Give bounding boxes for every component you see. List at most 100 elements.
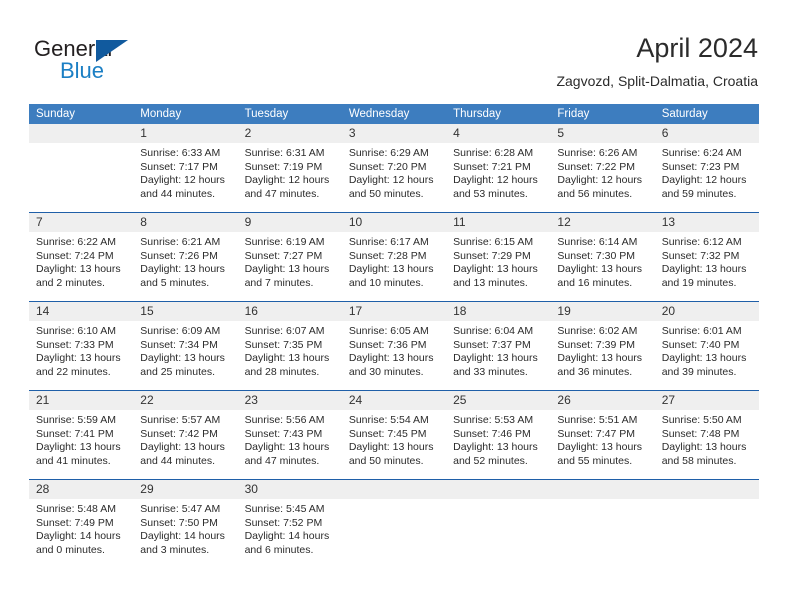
day-detail-line: Sunset: 7:49 PM <box>36 516 114 529</box>
date-number-strip: 28 29 30 <box>29 480 759 499</box>
day-number[interactable]: 16 <box>238 302 342 321</box>
day-number[interactable]: 26 <box>550 391 654 410</box>
day-number[interactable]: 12 <box>550 213 654 232</box>
day-cell[interactable]: Sunrise: 6:12 AM Sunset: 7:32 PM Daylight:… <box>655 232 759 301</box>
day-number[interactable]: 4 <box>446 124 550 143</box>
day-detail-line: Sunset: 7:23 PM <box>661 160 740 173</box>
day-detail-line: and 41 minutes. <box>36 454 111 467</box>
day-cell[interactable]: Sunrise: 6:01 AM Sunset: 7:40 PM Daylight:… <box>655 321 759 390</box>
day-number[interactable]: 19 <box>550 302 654 321</box>
page-title: April 2024 <box>636 33 758 63</box>
calendar-week-row: 1 2 3 4 5 6 Sunrise: 6:33 AM Sunset: 7:17 PM Day… <box>29 124 759 212</box>
day-detail-line: Daylight: 12 hours <box>244 174 330 187</box>
calendar-week-row: 28 29 30 Sunrise: 5:48 AM Sunset: 7:49 PM Day… <box>29 479 759 568</box>
day-number[interactable]: 11 <box>446 213 550 232</box>
day-number-empty <box>342 480 446 499</box>
day-number[interactable]: 6 <box>655 124 759 143</box>
day-cell[interactable]: Sunrise: 5:45 AM Sunset: 7:52 PM Daylight:… <box>238 499 342 568</box>
weekday-header-monday: Monday <box>140 108 182 120</box>
day-number[interactable]: 24 <box>342 391 446 410</box>
day-detail-line: Sunrise: 5:53 AM <box>453 414 534 426</box>
day-cell[interactable]: Sunrise: 5:57 AM Sunset: 7:42 PM Daylight:… <box>133 410 237 479</box>
day-cell[interactable]: Sunrise: 5:48 AM Sunset: 7:49 PM Daylight:… <box>29 499 133 568</box>
day-detail-line: and 5 minutes. <box>140 276 210 289</box>
day-cell[interactable]: Sunrise: 6:21 AM Sunset: 7:26 PM Daylight:… <box>133 232 237 301</box>
day-number[interactable]: 18 <box>446 302 550 321</box>
day-cell[interactable]: Sunrise: 6:31 AM Sunset: 7:19 PM Daylight:… <box>238 143 342 212</box>
day-number[interactable]: 15 <box>133 302 237 321</box>
calendar-page: General Blue April 2024 Zagvozd, Split-D… <box>0 0 792 612</box>
day-detail-line: and 10 minutes. <box>348 276 424 289</box>
day-content-strip: Sunrise: 6:33 AM Sunset: 7:17 PM Daylight:… <box>29 143 759 212</box>
day-detail-line: and 56 minutes. <box>557 187 633 200</box>
day-number[interactable]: 29 <box>133 480 237 499</box>
day-number[interactable]: 21 <box>29 391 133 410</box>
day-detail-line: and 19 minutes. <box>661 276 737 289</box>
day-detail-line: Sunset: 7:29 PM <box>453 249 531 262</box>
day-number[interactable]: 14 <box>29 302 133 321</box>
day-number[interactable]: 25 <box>446 391 550 410</box>
day-number[interactable]: 7 <box>29 213 133 232</box>
day-detail-line: Daylight: 13 hours <box>348 441 434 454</box>
day-cell[interactable]: Sunrise: 6:14 AM Sunset: 7:30 PM Daylight:… <box>550 232 654 301</box>
day-cell[interactable]: Sunrise: 6:28 AM Sunset: 7:21 PM Daylight:… <box>446 143 550 212</box>
day-cell[interactable]: Sunrise: 5:47 AM Sunset: 7:50 PM Daylight:… <box>133 499 237 568</box>
day-cell[interactable]: Sunrise: 6:29 AM Sunset: 7:20 PM Daylight:… <box>342 143 446 212</box>
day-number[interactable]: 2 <box>238 124 342 143</box>
day-number[interactable]: 28 <box>29 480 133 499</box>
day-number[interactable]: 8 <box>133 213 237 232</box>
day-detail-line: Sunrise: 6:21 AM <box>140 236 221 248</box>
day-number[interactable]: 13 <box>655 213 759 232</box>
day-cell[interactable]: Sunrise: 6:10 AM Sunset: 7:33 PM Daylight:… <box>29 321 133 390</box>
day-detail-line: Daylight: 14 hours <box>244 530 330 543</box>
day-cell[interactable]: Sunrise: 5:53 AM Sunset: 7:46 PM Daylight:… <box>446 410 550 479</box>
day-detail-line: Daylight: 13 hours <box>661 263 747 276</box>
day-number[interactable]: 3 <box>342 124 446 143</box>
day-detail-line: Daylight: 12 hours <box>140 174 225 187</box>
day-number[interactable]: 17 <box>342 302 446 321</box>
day-cell[interactable]: Sunrise: 6:26 AM Sunset: 7:22 PM Daylight:… <box>550 143 654 212</box>
day-detail-line: Sunset: 7:24 PM <box>36 249 114 262</box>
day-cell[interactable]: Sunrise: 6:09 AM Sunset: 7:34 PM Daylight:… <box>133 321 237 390</box>
day-cell[interactable]: Sunrise: 6:22 AM Sunset: 7:24 PM Daylight:… <box>29 232 133 301</box>
day-detail-line: Sunrise: 5:56 AM <box>244 414 325 426</box>
day-cell[interactable]: Sunrise: 6:19 AM Sunset: 7:27 PM Daylight:… <box>238 232 342 301</box>
day-number[interactable]: 5 <box>550 124 654 143</box>
day-detail-line: and 16 minutes. <box>557 276 633 289</box>
day-detail-line: Sunset: 7:32 PM <box>661 249 740 262</box>
day-cell[interactable]: Sunrise: 6:24 AM Sunset: 7:23 PM Daylight:… <box>655 143 759 212</box>
day-number[interactable]: 27 <box>655 391 759 410</box>
day-cell[interactable]: Sunrise: 5:51 AM Sunset: 7:47 PM Daylight:… <box>550 410 654 479</box>
day-cell[interactable]: Sunrise: 5:56 AM Sunset: 7:43 PM Daylight:… <box>238 410 342 479</box>
day-cell[interactable]: Sunrise: 6:17 AM Sunset: 7:28 PM Daylight:… <box>342 232 446 301</box>
day-number[interactable]: 20 <box>655 302 759 321</box>
day-cell[interactable]: Sunrise: 6:05 AM Sunset: 7:36 PM Daylight:… <box>342 321 446 390</box>
day-detail-line: Sunset: 7:30 PM <box>557 249 636 262</box>
day-number[interactable]: 23 <box>238 391 342 410</box>
day-detail-line: Sunrise: 6:29 AM <box>348 147 429 159</box>
day-cell[interactable]: Sunrise: 6:04 AM Sunset: 7:37 PM Daylight:… <box>446 321 550 390</box>
day-cell[interactable]: Sunrise: 6:02 AM Sunset: 7:39 PM Daylight:… <box>550 321 654 390</box>
day-number[interactable]: 30 <box>238 480 342 499</box>
day-cell[interactable]: Sunrise: 6:07 AM Sunset: 7:35 PM Daylight:… <box>238 321 342 390</box>
day-detail-line: Sunrise: 6:17 AM <box>348 236 429 248</box>
day-detail-line: and 55 minutes. <box>557 454 633 467</box>
day-detail-line: Sunset: 7:21 PM <box>453 160 531 173</box>
day-cell[interactable]: Sunrise: 5:54 AM Sunset: 7:45 PM Daylight:… <box>342 410 446 479</box>
day-detail-line: Daylight: 13 hours <box>36 263 121 276</box>
day-detail-line: Daylight: 14 hours <box>140 530 225 543</box>
day-detail-line: Daylight: 13 hours <box>661 441 747 454</box>
day-number[interactable]: 1 <box>133 124 237 143</box>
day-cell[interactable]: Sunrise: 6:33 AM Sunset: 7:17 PM Daylight:… <box>133 143 237 212</box>
day-detail-line: and 44 minutes. <box>140 454 215 467</box>
page-header: General Blue April 2024 Zagvozd, Split-D… <box>0 0 792 100</box>
day-cell[interactable]: Sunrise: 6:15 AM Sunset: 7:29 PM Daylight:… <box>446 232 550 301</box>
day-number[interactable]: 9 <box>238 213 342 232</box>
day-detail-line: Daylight: 13 hours <box>140 352 225 365</box>
day-detail-line: and 22 minutes. <box>36 365 111 378</box>
day-number[interactable]: 10 <box>342 213 446 232</box>
day-number[interactable]: 22 <box>133 391 237 410</box>
day-cell[interactable]: Sunrise: 5:59 AM Sunset: 7:41 PM Daylight:… <box>29 410 133 479</box>
day-content-strip: Sunrise: 5:59 AM Sunset: 7:41 PM Daylight:… <box>29 410 759 479</box>
day-cell[interactable]: Sunrise: 5:50 AM Sunset: 7:48 PM Daylight:… <box>655 410 759 479</box>
